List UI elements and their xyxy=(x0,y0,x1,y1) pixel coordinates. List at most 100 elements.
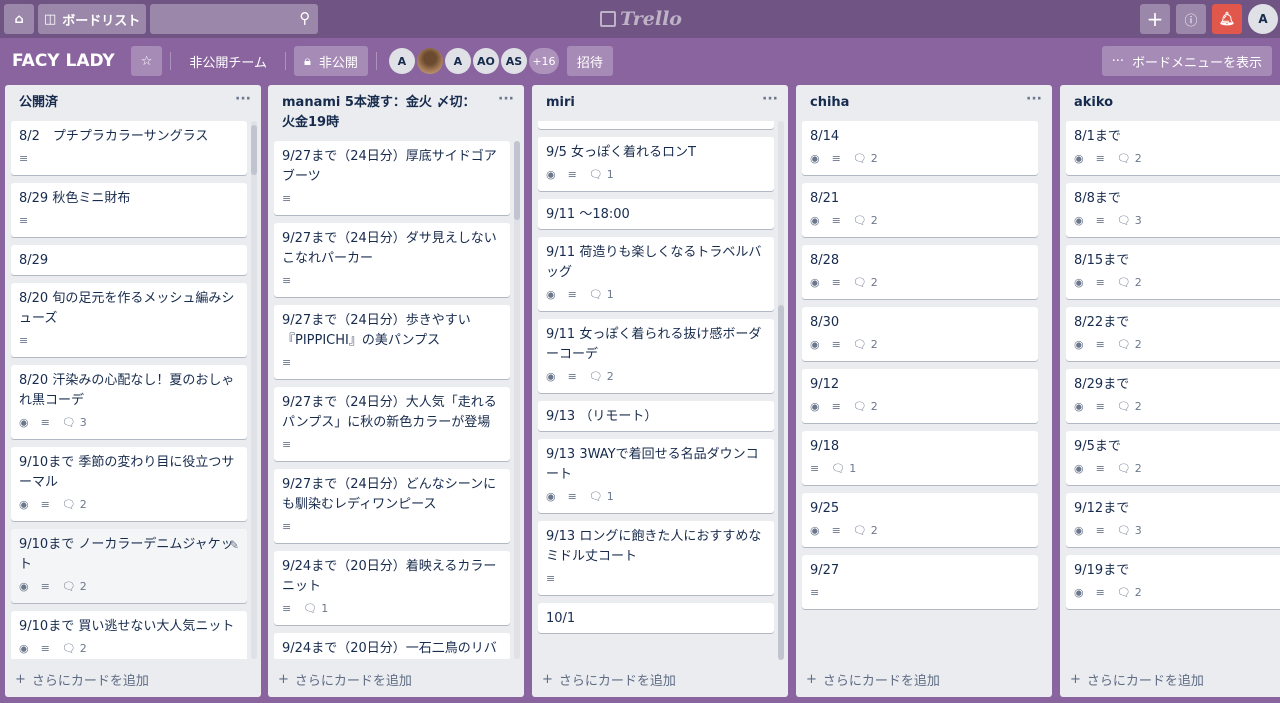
more-members[interactable]: +16 xyxy=(528,48,559,74)
card[interactable]: 9/25 ◉ ≡ 🗨︎ 2 xyxy=(802,493,1038,547)
card[interactable]: 9/5（リモート）15:00〜 xyxy=(538,121,774,129)
card-title: 9/27まで（24日分）ダサ見えしないこなれパーカー xyxy=(282,231,497,266)
invite-button[interactable]: 招待 xyxy=(566,46,613,76)
card[interactable]: 8/14 ◉ ≡ 🗨︎ 2 xyxy=(802,121,1038,175)
user-avatar[interactable]: A xyxy=(1248,4,1278,34)
comment-count: 2 xyxy=(870,214,878,227)
list-title[interactable]: 公開済 xyxy=(5,85,261,121)
card[interactable]: 8/15まで ◉ ≡ 🗨︎ 2 xyxy=(1066,245,1280,299)
eye-icon: ◉ xyxy=(546,490,556,503)
card-title: 9/27まで（24日分）厚底サイドゴアブーツ xyxy=(282,149,497,184)
card[interactable]: 10/1 xyxy=(538,603,774,633)
list-title[interactable]: manami 5本渡す：金火 〆切：火金19時 xyxy=(268,85,524,133)
card[interactable]: 9/19まで ◉ ≡ 🗨︎ 2 xyxy=(1066,555,1280,609)
comment-count: 2 xyxy=(606,370,614,383)
list-chiha: chiha ··· 8/14 ◉ ≡ 🗨︎ 2 8/21 ◉ ≡ 🗨︎ 2 8/28 ◉ ≡ 🗨︎ 2 8/30 ◉… xyxy=(796,85,1052,697)
card[interactable]: 8/21 ◉ ≡ 🗨︎ 2 xyxy=(802,183,1038,237)
card[interactable]: 9/10まで 買い逃せない大人気ニット ◉ ≡ 🗨︎ 2 xyxy=(11,611,247,659)
list-menu-button[interactable]: ··· xyxy=(498,91,514,107)
card[interactable]: 8/22まで ◉ ≡ 🗨︎ 2 xyxy=(1066,307,1280,361)
scrollbar[interactable] xyxy=(778,121,784,660)
list-公開済: 公開済 ··· 8/2 プチプラカラーサングラス ≡ 8/29 秋色ミニ財布 ≡ 8/29 8… xyxy=(5,85,261,697)
card[interactable]: 9/5 女っぽく着れるロンT ◉ ≡ 🗨︎ 1 xyxy=(538,137,774,191)
card[interactable]: 8/8まで ◉ ≡ 🗨︎ 3 xyxy=(1066,183,1280,237)
card[interactable]: 9/11 荷造りも楽しくなるトラベルバッグ ◉ ≡ 🗨︎ 1 xyxy=(538,237,774,311)
eye-icon: ◉ xyxy=(19,416,29,429)
card[interactable]: 8/30 ◉ ≡ 🗨︎ 2 xyxy=(802,307,1038,361)
add-card-button[interactable]: + さらにカードを追加 xyxy=(15,670,149,689)
member-avatar[interactable]: AS xyxy=(500,48,527,74)
trello-logo[interactable]: Trello xyxy=(600,8,682,30)
scrollbar[interactable] xyxy=(514,141,520,659)
list-menu-button[interactable]: ··· xyxy=(1026,91,1042,107)
card[interactable]: 8/2 プチプラカラーサングラス ≡ xyxy=(11,121,247,175)
card[interactable]: 8/20 旬の足元を作るメッシュ編みシューズ ≡ xyxy=(11,283,247,357)
card[interactable]: 8/20 汗染みの心配なし！夏のおしゃれ黒コーデ ◉ ≡ 🗨︎ 3 xyxy=(11,365,247,439)
info-button[interactable]: ⓘ xyxy=(1176,4,1206,34)
list-menu-button[interactable]: ··· xyxy=(235,91,251,107)
comment-badge: 🗨︎ 2 xyxy=(853,397,878,417)
scrollbar-thumb[interactable] xyxy=(778,305,784,660)
card[interactable]: 9/27まで（24日分）ダサ見えしないこなれパーカー ≡ xyxy=(274,223,510,297)
card[interactable]: 9/27まで（24日分）大人気「走れるパンプス」に秋の新色カラーが登場 ≡ xyxy=(274,387,510,461)
card[interactable]: 9/12 ◉ ≡ 🗨︎ 2 xyxy=(802,369,1038,423)
card[interactable]: 9/18 ≡ 🗨︎ 1 xyxy=(802,431,1038,485)
card[interactable]: 9/24まで（20日分）着映えるカラーニット ≡ 🗨︎ 1 xyxy=(274,551,510,625)
list-title[interactable]: akiko xyxy=(1060,85,1280,121)
card[interactable]: 9/10まで 季節の変わり目に役立つサーマル ◉ ≡ 🗨︎ 2 xyxy=(11,447,247,521)
add-card-button[interactable]: + さらにカードを追加 xyxy=(542,670,676,689)
list-title[interactable]: miri xyxy=(532,85,788,121)
member-avatar-photo[interactable] xyxy=(416,48,443,74)
member-avatar[interactable]: A xyxy=(444,48,471,74)
card[interactable]: 9/12まで ◉ ≡ 🗨︎ 3 xyxy=(1066,493,1280,547)
add-card-button[interactable]: + さらにカードを追加 xyxy=(1070,670,1204,689)
card[interactable]: 9/27まで（24日分）厚底サイドゴアブーツ ≡ xyxy=(274,141,510,215)
card[interactable]: 9/27 ≡ xyxy=(802,555,1038,609)
list-miri: miri··· 9/5（リモート）15:00〜 9/5 女っぽく着れるロンT ◉ ≡ 🗨︎… xyxy=(532,85,788,697)
card[interactable]: 9/13 ロングに飽きた人におすすめなミドル丈コート ≡ xyxy=(538,521,774,595)
card-badges: ◉ ≡ 🗨︎ 2 xyxy=(810,271,1030,295)
description-icon: ≡ xyxy=(1095,524,1105,537)
boards-button[interactable]: ◫ ボードリスト xyxy=(38,4,147,34)
comment-icon: 🗨︎ xyxy=(1116,214,1131,227)
card[interactable]: 8/29 秋色ミニ財布 ≡ xyxy=(11,183,247,237)
visibility-button[interactable]: 🔒︎ 非公開 xyxy=(293,46,368,76)
card-title: 9/11 女っぽく着られる抜け感ボーダーコーデ xyxy=(546,327,762,362)
card[interactable]: 8/29まで ◉ ≡ 🗨︎ 2 xyxy=(1066,369,1280,423)
add-card-button[interactable]: + さらにカードを追加 xyxy=(278,670,412,689)
card-badges: ≡ xyxy=(282,515,502,539)
edit-icon[interactable]: ✎ xyxy=(229,535,239,555)
member-avatar[interactable]: A xyxy=(388,48,415,74)
member-avatar[interactable]: AO xyxy=(472,48,499,74)
list-title[interactable]: chiha xyxy=(796,85,1052,121)
board-title[interactable]: FACY LADY xyxy=(12,51,115,71)
scrollbar-thumb[interactable] xyxy=(514,141,520,220)
card[interactable]: 9/11 女っぽく着られる抜け感ボーダーコーデ ◉ ≡ 🗨︎ 2 xyxy=(538,319,774,393)
card[interactable]: 9/27まで（24日分）どんなシーンにも馴染むレディワンピース ≡ xyxy=(274,469,510,543)
card[interactable]: 8/29 xyxy=(11,245,247,275)
card[interactable]: 9/27まで（24日分）歩きやすい『PIPPICHI』の美パンプス ≡ xyxy=(274,305,510,379)
notifications-button[interactable]: 🔔︎ xyxy=(1212,4,1242,34)
search-input[interactable]: ⚲ xyxy=(150,4,319,34)
comment-badge: 🗨︎ 2 xyxy=(62,577,87,597)
card[interactable]: 9/13 3WAYで着回せる名品ダウンコート ◉ ≡ 🗨︎ 1 xyxy=(538,439,774,513)
comment-count: 2 xyxy=(870,524,878,537)
description-icon: ≡ xyxy=(282,356,292,369)
card[interactable]: 9/5まで ◉ ≡ 🗨︎ 2 xyxy=(1066,431,1280,485)
card[interactable]: 9/11 〜18:00 xyxy=(538,199,774,229)
show-menu-button[interactable]: ··· ボードメニューを表示 xyxy=(1101,46,1272,76)
card[interactable]: 9/24まで（20日分）一石二鳥のリバーシブル≡ xyxy=(274,633,510,659)
scrollbar[interactable] xyxy=(251,121,257,659)
list-menu-button[interactable]: ··· xyxy=(762,91,778,107)
team-button[interactable]: 非公開チーム xyxy=(179,46,277,76)
card[interactable]: 8/1まで ◉ ≡ 🗨︎ 2 xyxy=(1066,121,1280,175)
card[interactable]: 9/13 （リモート） xyxy=(538,401,774,431)
card[interactable]: 9/10まで ノーカラーデニムジャケット ✎ ◉ ≡ 🗨︎ 2 xyxy=(11,529,247,603)
card-badges: ≡ xyxy=(282,269,502,293)
create-button[interactable]: + xyxy=(1140,4,1170,34)
add-card-button[interactable]: + さらにカードを追加 xyxy=(806,670,940,689)
star-button[interactable]: ☆ xyxy=(130,46,163,76)
card[interactable]: 8/28 ◉ ≡ 🗨︎ 2 xyxy=(802,245,1038,299)
home-button[interactable]: ⌂ xyxy=(4,4,34,34)
scrollbar-thumb[interactable] xyxy=(251,125,257,175)
